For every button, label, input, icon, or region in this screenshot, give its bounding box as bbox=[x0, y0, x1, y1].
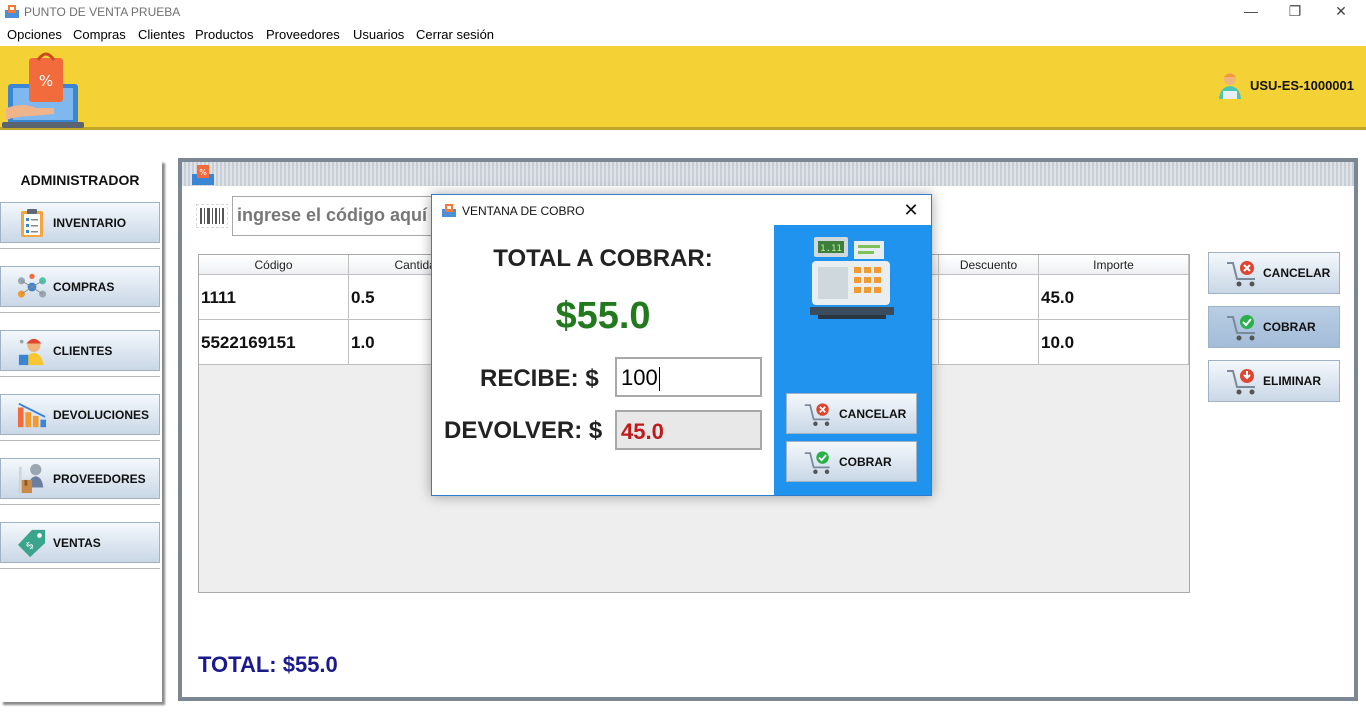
sidebar-item-clientes[interactable]: CLIENTES bbox=[0, 330, 160, 371]
dialog-app-icon bbox=[442, 204, 456, 217]
restore-button[interactable]: ❐ bbox=[1272, 0, 1318, 24]
sidebar-item-label: COMPRAS bbox=[53, 279, 115, 294]
menu-usuarios[interactable]: Usuarios bbox=[353, 27, 404, 42]
charge-sale-label: COBRAR bbox=[1263, 320, 1316, 334]
column-header-descuento[interactable]: Descuento bbox=[939, 255, 1039, 274]
minimize-button[interactable]: — bbox=[1228, 0, 1274, 24]
cart-cancel-icon bbox=[1227, 261, 1255, 287]
menu-cerrar-sesion[interactable]: Cerrar sesión bbox=[416, 27, 494, 42]
column-header-codigo[interactable]: Código bbox=[199, 255, 349, 274]
app-icon bbox=[5, 5, 19, 18]
clipboard-icon bbox=[17, 208, 47, 238]
user-avatar-icon bbox=[1218, 73, 1241, 99]
user-id-label: USU-ES-1000001 bbox=[1249, 77, 1354, 93]
sales-window-icon: % bbox=[192, 165, 214, 185]
sidebar-divider bbox=[0, 504, 160, 505]
supplier-icon bbox=[17, 463, 47, 494]
sidebar-divider bbox=[0, 376, 160, 377]
received-label: RECIBE: $ bbox=[480, 365, 599, 392]
menu-opciones[interactable]: Opciones bbox=[7, 27, 62, 42]
cancel-sale-button[interactable]: CANCELAR bbox=[1208, 252, 1340, 294]
sidebar-item-label: DEVOLUCIONES bbox=[53, 407, 150, 422]
sidebar-item-devoluciones[interactable]: DEVOLUCIONES bbox=[0, 394, 160, 435]
sidebar-item-label: INVENTARIO bbox=[53, 215, 127, 230]
delete-item-label: ELIMINAR bbox=[1263, 374, 1321, 388]
menu-compras[interactable]: Compras bbox=[73, 27, 126, 42]
user-info: USU-ES-1000001 bbox=[1216, 70, 1354, 100]
cash-register-icon: 1.11 bbox=[810, 237, 894, 319]
received-amount-input[interactable]: 100 bbox=[615, 357, 762, 397]
sidebar-item-inventario[interactable]: INVENTARIO bbox=[0, 202, 160, 243]
sale-total: TOTAL: $55.0 bbox=[198, 652, 338, 677]
cart-check-icon bbox=[1227, 315, 1255, 341]
sidebar-item-compras[interactable]: COMPRAS bbox=[0, 266, 160, 307]
sales-panel-titlebar: % bbox=[182, 162, 1354, 186]
dialog-cancel-label: CANCELAR bbox=[839, 406, 907, 421]
charge-sale-button[interactable]: COBRAR bbox=[1208, 306, 1340, 348]
barcode-search-input[interactable]: ingrese el código aquí bbox=[232, 196, 432, 236]
cell-codigo: 1111 bbox=[199, 275, 349, 319]
dialog-title: VENTANA DE COBRO bbox=[462, 204, 585, 218]
menu-productos[interactable]: Productos bbox=[195, 27, 254, 42]
cell-codigo: 5522169151 bbox=[199, 320, 349, 364]
cell-descuento bbox=[939, 320, 1039, 364]
sidebar-item-proveedores[interactable]: PROVEEDORES bbox=[0, 458, 160, 499]
shopping-logo-icon: % bbox=[2, 52, 84, 128]
sidebar-divider bbox=[0, 440, 160, 441]
cell-descuento bbox=[939, 275, 1039, 319]
cell-importe: 10.0 bbox=[1039, 320, 1189, 364]
change-amount-field: 45.0 bbox=[615, 410, 762, 450]
change-label: DEVOLVER: $ bbox=[444, 417, 603, 444]
payment-form: TOTAL A COBRAR: $55.0 RECIBE: $ 100 DEVO… bbox=[432, 225, 774, 495]
bar-chart-icon bbox=[17, 400, 47, 430]
cart-check-icon bbox=[804, 450, 830, 474]
payment-dialog: VENTANA DE COBRO ✕ TOTAL A COBRAR: $55.0… bbox=[431, 194, 932, 496]
dialog-charge-label: COBRAR bbox=[839, 454, 892, 469]
barcode-icon bbox=[196, 204, 228, 228]
received-amount-value: 100 bbox=[621, 365, 658, 390]
close-window-button[interactable]: ✕ bbox=[1318, 0, 1364, 24]
window-title: PUNTO DE VENTA PRUEBA bbox=[24, 5, 181, 19]
role-label: ADMINISTRADOR bbox=[20, 172, 140, 188]
cart-cancel-icon bbox=[804, 402, 830, 426]
menu-bar: Opciones Compras Clientes Productos Prov… bbox=[0, 24, 1366, 46]
price-tag-icon: $ bbox=[17, 528, 47, 558]
column-header-importe[interactable]: Importe bbox=[1039, 255, 1189, 274]
network-icon bbox=[17, 272, 47, 302]
sidebar-divider bbox=[0, 568, 160, 569]
sidebar-divider bbox=[0, 312, 160, 313]
payment-actions-panel: 1.11 CANCELAR COBRAR bbox=[774, 225, 931, 495]
total-to-charge-label: TOTAL A COBRAR: bbox=[493, 245, 713, 272]
svg-text:%: % bbox=[199, 168, 207, 177]
window-titlebar: PUNTO DE VENTA PRUEBA — ❐ ✕ bbox=[0, 0, 1366, 24]
sidebar: ADMINISTRADOR INVENTARIO COMPRAS CLIENTE… bbox=[0, 160, 162, 702]
customer-icon bbox=[17, 336, 47, 366]
delete-item-button[interactable]: ELIMINAR bbox=[1208, 360, 1340, 402]
cell-importe: 45.0 bbox=[1039, 275, 1189, 319]
sidebar-item-label: CLIENTES bbox=[53, 343, 113, 358]
dialog-charge-button[interactable]: COBRAR bbox=[786, 441, 917, 482]
sidebar-item-ventas[interactable]: $ VENTAS bbox=[0, 522, 160, 563]
sidebar-divider bbox=[0, 248, 160, 249]
amount-due: $55.0 bbox=[555, 295, 651, 337]
menu-proveedores[interactable]: Proveedores bbox=[266, 27, 340, 42]
svg-text:1.11: 1.11 bbox=[820, 244, 842, 254]
dialog-close-button[interactable]: ✕ bbox=[901, 200, 921, 220]
app-header: % USU-ES-1000001 bbox=[0, 46, 1366, 130]
sidebar-item-label: VENTAS bbox=[53, 535, 101, 550]
text-caret bbox=[658, 367, 660, 392]
sidebar-item-label: PROVEEDORES bbox=[53, 471, 146, 486]
dialog-cancel-button[interactable]: CANCELAR bbox=[786, 393, 917, 434]
cart-remove-icon bbox=[1227, 369, 1255, 395]
menu-clientes[interactable]: Clientes bbox=[138, 27, 185, 42]
svg-text:%: % bbox=[39, 72, 53, 90]
cancel-sale-label: CANCELAR bbox=[1263, 266, 1331, 280]
dialog-titlebar: VENTANA DE COBRO ✕ bbox=[432, 195, 931, 225]
